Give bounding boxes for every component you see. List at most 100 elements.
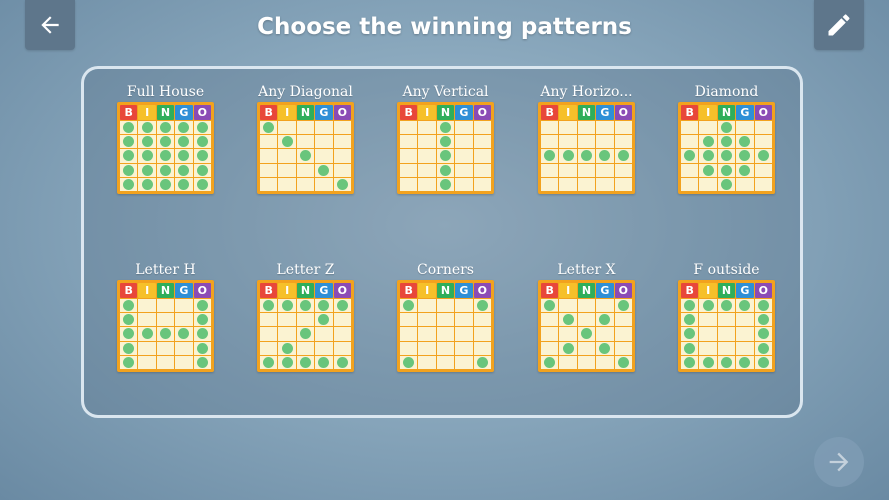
- bingo-letter: O: [473, 283, 492, 298]
- marked-dot: [123, 300, 135, 312]
- bingo-letter: O: [473, 105, 492, 120]
- bingo-cell: [260, 149, 278, 163]
- bingo-cell: [400, 149, 418, 163]
- pattern-card[interactable]: Full House B I N G O: [117, 84, 214, 194]
- bingo-letter: I: [138, 105, 156, 120]
- bingo-cell: [559, 313, 577, 327]
- bingo-letter: O: [754, 283, 773, 298]
- bingo-cell: [699, 327, 717, 341]
- bingo-cell: [418, 163, 436, 177]
- pattern-card[interactable]: Letter H BINGO: [117, 262, 214, 372]
- bingo-letter: G: [596, 105, 614, 120]
- bingo-cell: [260, 327, 278, 341]
- bingo-cell: [455, 341, 473, 355]
- marked-dot: [684, 300, 696, 312]
- bingo-letter: B: [681, 283, 699, 298]
- bingo-cell: [400, 135, 418, 149]
- marked-dot: [617, 150, 629, 162]
- bingo-cell: [754, 341, 772, 355]
- bingo-cell: [736, 177, 754, 191]
- bingo-cell: [614, 327, 632, 341]
- bingo-cell: [260, 341, 278, 355]
- bingo-grid: [260, 299, 351, 369]
- bingo-cell: [120, 149, 138, 163]
- bingo-letter: I: [418, 105, 436, 120]
- bingo-cell: [736, 121, 754, 135]
- pattern-label: Diamond: [694, 84, 759, 100]
- bingo-header: BINGO: [681, 283, 773, 298]
- marked-dot: [196, 178, 208, 190]
- bingo-cell: [138, 327, 156, 341]
- bingo-cell: [596, 163, 614, 177]
- bingo-cell: [156, 299, 175, 313]
- bingo-letter: N: [436, 283, 455, 298]
- bingo-cell: [138, 313, 156, 327]
- bingo-cell: [315, 299, 333, 313]
- marked-dot: [617, 300, 629, 312]
- marked-dot: [720, 164, 732, 176]
- bingo-cell: [699, 149, 717, 163]
- edit-button[interactable]: [814, 0, 864, 50]
- bingo-cell: [278, 177, 296, 191]
- marked-dot: [336, 178, 348, 190]
- pattern-card[interactable]: Diamond B I N G O: [678, 84, 775, 194]
- bingo-cell: [333, 135, 351, 149]
- bingo-letter: N: [296, 105, 315, 120]
- page-title: Choose the winning patterns: [257, 14, 632, 40]
- bingo-cell: [559, 121, 577, 135]
- bingo-cell: [418, 355, 436, 369]
- bingo-grid: [120, 299, 211, 369]
- marked-dot: [281, 342, 293, 354]
- pattern-label: Any Horizo...: [540, 84, 633, 100]
- marked-dot: [141, 150, 153, 162]
- bingo-cell: [418, 135, 436, 149]
- marked-dot: [720, 122, 732, 134]
- marked-dot: [123, 178, 135, 190]
- bingo-board: BINGO: [257, 280, 354, 372]
- bingo-cell: [473, 177, 491, 191]
- pattern-card[interactable]: Letter X BINGO: [538, 262, 635, 372]
- marked-dot: [123, 164, 135, 176]
- bingo-cell: [754, 163, 772, 177]
- marked-dot: [702, 300, 714, 312]
- pattern-card[interactable]: Any Vertical B I N G O: [397, 84, 494, 194]
- bingo-cell: [455, 299, 473, 313]
- bingo-letter: B: [681, 105, 699, 120]
- pattern-card[interactable]: F outside B I N G O: [678, 262, 775, 372]
- marked-dot: [562, 342, 574, 354]
- bingo-letter: I: [699, 283, 717, 298]
- bingo-cell: [156, 135, 175, 149]
- marked-dot: [178, 122, 190, 134]
- bingo-cell: [455, 149, 473, 163]
- bingo-board: BINGO: [538, 280, 635, 372]
- bingo-cell: [193, 341, 211, 355]
- pattern-card[interactable]: Corners B I N G O: [397, 262, 494, 372]
- bingo-letter: N: [577, 283, 596, 298]
- bingo-cell: [754, 355, 772, 369]
- bingo-cell: [473, 299, 491, 313]
- bingo-cell: [699, 135, 717, 149]
- bingo-cell: [717, 121, 736, 135]
- bingo-cell: [681, 135, 699, 149]
- bingo-cell: [436, 121, 455, 135]
- pattern-card[interactable]: Letter Z BINGO: [257, 262, 354, 372]
- marked-dot: [739, 136, 751, 148]
- bingo-cell: [333, 149, 351, 163]
- pattern-card[interactable]: Any Horizo... B I N G O: [538, 84, 635, 194]
- marked-dot: [617, 356, 629, 368]
- bingo-cell: [577, 341, 596, 355]
- bingo-cell: [736, 135, 754, 149]
- bingo-cell: [156, 177, 175, 191]
- bingo-cell: [596, 355, 614, 369]
- bingo-cell: [681, 163, 699, 177]
- bingo-board: BINGO: [397, 280, 494, 372]
- next-button[interactable]: [814, 437, 864, 487]
- pattern-card[interactable]: Any Diagonal B I N G O: [257, 84, 354, 194]
- bingo-cell: [400, 327, 418, 341]
- bingo-letter: O: [193, 105, 212, 120]
- bingo-cell: [193, 177, 211, 191]
- marked-dot: [476, 300, 488, 312]
- bingo-cell: [296, 135, 315, 149]
- bingo-letter: O: [333, 283, 352, 298]
- bingo-cell: [138, 121, 156, 135]
